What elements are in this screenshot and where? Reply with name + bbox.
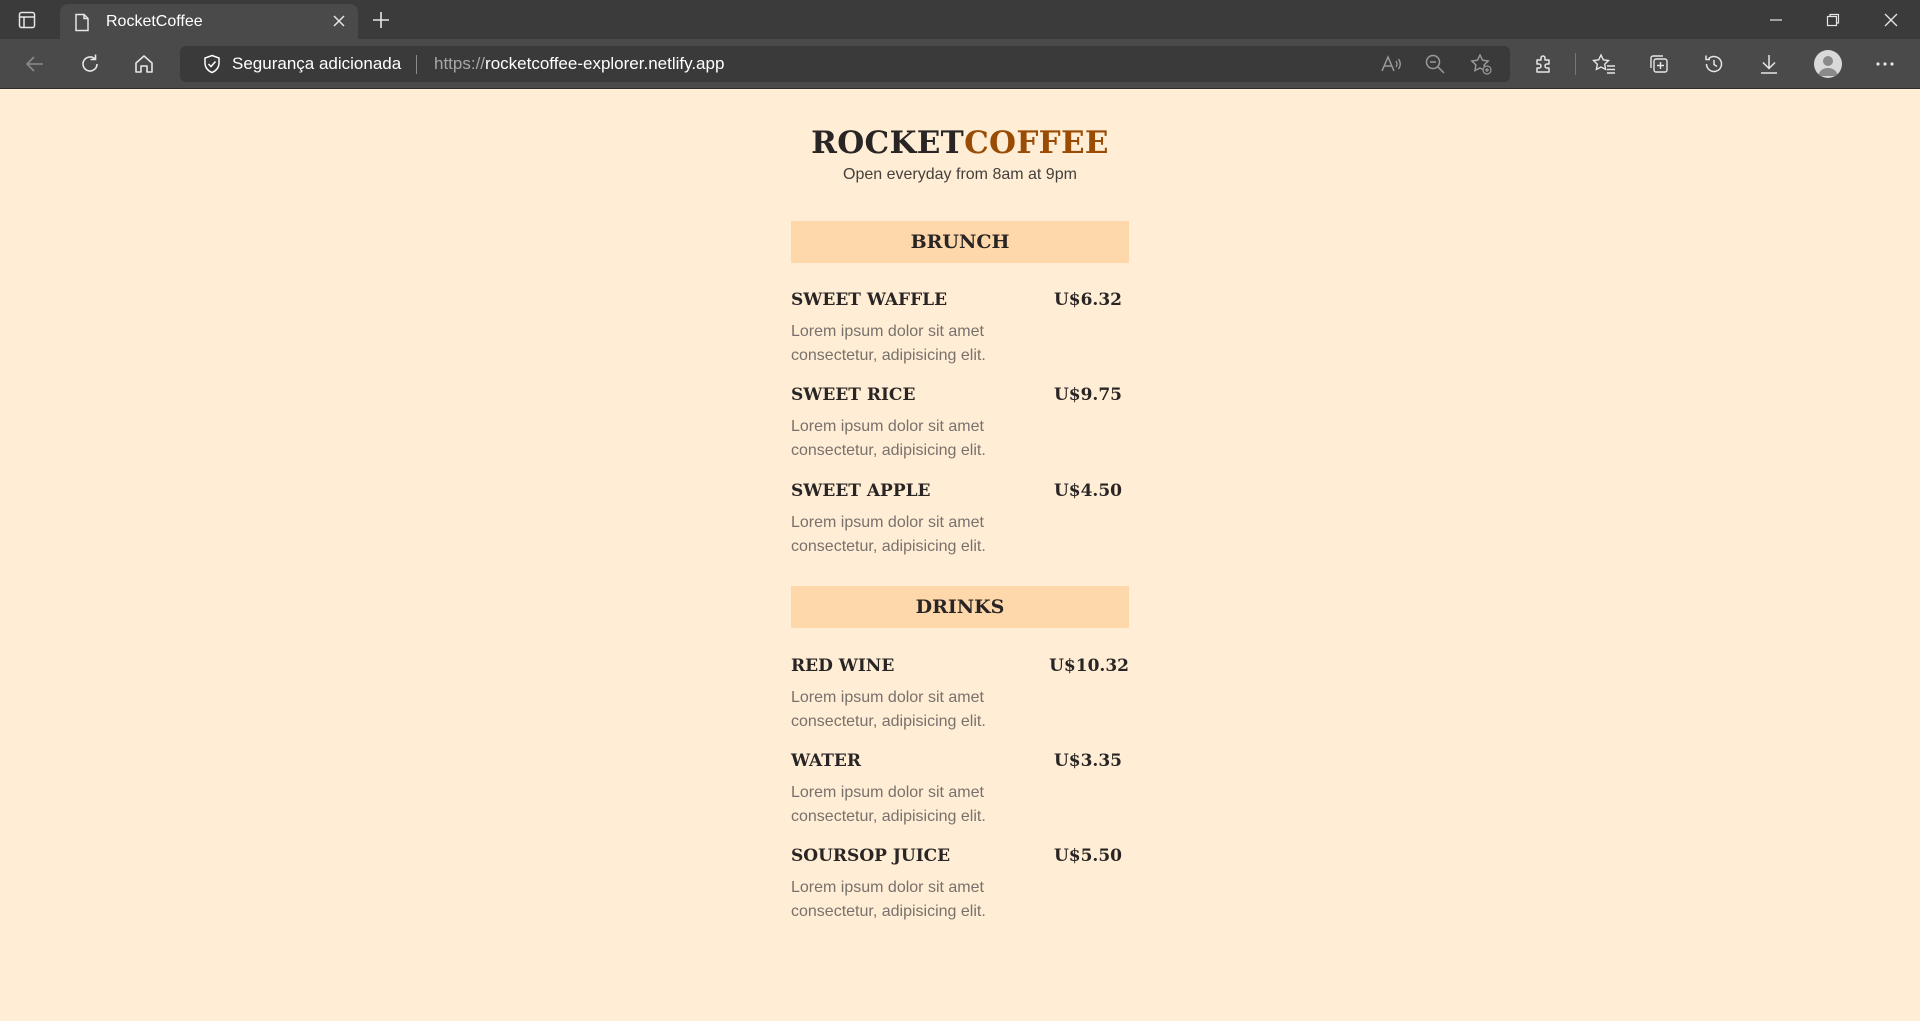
shield-icon[interactable]	[202, 54, 222, 79]
item-price: U$4.50	[1053, 481, 1122, 501]
close-window-icon[interactable]	[1879, 8, 1903, 32]
item-name: SWEET RICE	[791, 385, 916, 405]
address-divider	[416, 55, 417, 74]
home-icon[interactable]	[131, 51, 157, 77]
item-name: SOURSOP JUICE	[791, 846, 951, 866]
profile-avatar[interactable]	[1814, 50, 1842, 78]
section-title-drinks: DRINKS	[791, 586, 1129, 628]
item-price: U$10.32	[1049, 656, 1129, 676]
item-price: U$3.35	[1053, 751, 1122, 771]
extensions-icon[interactable]	[1531, 51, 1557, 77]
restore-icon[interactable]	[1821, 8, 1845, 32]
menu-item: SOURSOP JUICE U$5.50 Lorem ipsum dolor s…	[791, 846, 1129, 936]
refresh-icon[interactable]	[77, 51, 103, 77]
url-host: rocketcoffee-explorer.netlify.app	[485, 54, 725, 73]
brand-coffee: COFFEE	[964, 125, 1109, 161]
browser-tab-bar: RocketCoffee	[0, 0, 1920, 39]
minimize-icon[interactable]	[1764, 8, 1788, 32]
browser-toolbar: Segurança adicionada https://rocketcoffe…	[0, 39, 1920, 89]
zoom-out-icon[interactable]	[1424, 53, 1446, 75]
history-icon[interactable]	[1701, 51, 1727, 77]
url-protocol: https://	[434, 54, 486, 73]
menu-item: SWEET WAFFLE U$6.32 Lorem ipsum dolor si…	[791, 290, 1129, 380]
item-price: U$6.32	[1053, 290, 1122, 310]
item-description: Lorem ipsum dolor sit amet consectetur, …	[791, 689, 986, 730]
tab-rocketcoffee[interactable]: RocketCoffee	[60, 4, 358, 39]
menu-item: WATER U$3.35 Lorem ipsum dolor sit amet …	[791, 751, 1129, 841]
menu-item: RED WINE U$10.32 Lorem ipsum dolor sit a…	[791, 656, 1129, 746]
item-price: U$9.75	[1053, 385, 1122, 405]
address-bar[interactable]: Segurança adicionada https://rocketcoffe…	[180, 46, 1510, 82]
item-name: WATER	[791, 751, 862, 771]
item-description: Lorem ipsum dolor sit amet consectetur, …	[791, 323, 986, 364]
section-title-brunch: BRUNCH	[791, 221, 1129, 263]
item-description: Lorem ipsum dolor sit amet consectetur, …	[791, 418, 986, 459]
downloads-icon[interactable]	[1756, 51, 1782, 77]
more-options-icon[interactable]	[1872, 51, 1898, 77]
item-name: RED WINE	[791, 656, 895, 676]
brand-rocket: ROCKET	[811, 125, 965, 161]
item-description: Lorem ipsum dolor sit amet consectetur, …	[791, 514, 986, 555]
back-icon[interactable]	[22, 51, 48, 77]
menu-item: SWEET RICE U$9.75 Lorem ipsum dolor sit …	[791, 385, 1129, 475]
item-description: Lorem ipsum dolor sit amet consectetur, …	[791, 879, 986, 920]
favorites-icon[interactable]	[1591, 51, 1617, 77]
url-text[interactable]: https://rocketcoffee-explorer.netlify.ap…	[434, 54, 724, 74]
item-description: Lorem ipsum dolor sit amet consectetur, …	[791, 784, 986, 825]
tab-actions-icon[interactable]	[16, 9, 38, 31]
tab-title: RocketCoffee	[106, 13, 203, 30]
menu-item: SWEET APPLE U$4.50 Lorem ipsum dolor sit…	[791, 481, 1129, 571]
item-name: SWEET APPLE	[791, 481, 931, 501]
brand-logo: ROCKETCOFFEE	[791, 125, 1129, 161]
toolbar-separator	[1575, 53, 1576, 75]
close-icon[interactable]	[332, 14, 346, 33]
security-label[interactable]: Segurança adicionada	[232, 54, 401, 74]
read-aloud-icon[interactable]	[1380, 53, 1402, 75]
item-name: SWEET WAFFLE	[791, 290, 948, 310]
page-content: ROCKETCOFFEE Open everyday from 8am at 9…	[0, 89, 1920, 1021]
new-tab-button[interactable]	[370, 9, 392, 31]
opening-hours: Open everyday from 8am at 9pm	[843, 166, 1077, 183]
page-icon	[74, 13, 90, 37]
item-price: U$5.50	[1053, 846, 1122, 866]
add-favorite-icon[interactable]	[1470, 53, 1492, 75]
collections-icon[interactable]	[1646, 51, 1672, 77]
